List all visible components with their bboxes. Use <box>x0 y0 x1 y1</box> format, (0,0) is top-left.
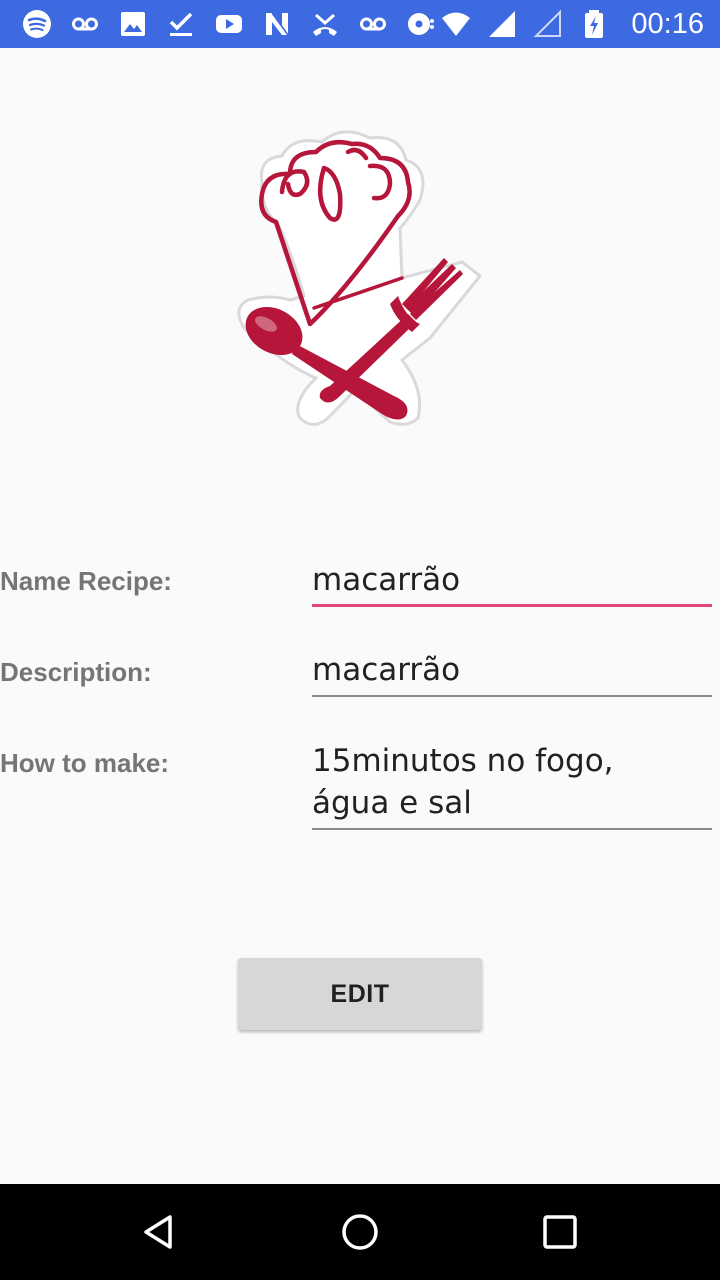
recents-icon[interactable] <box>532 1204 588 1260</box>
n-app-icon <box>260 7 294 41</box>
how-to-make-label: How to make: <box>0 748 170 778</box>
edit-button[interactable]: EDIT <box>238 958 482 1030</box>
description-input[interactable]: macarrão <box>312 649 710 691</box>
status-time: 00:16 <box>631 7 704 40</box>
home-icon[interactable] <box>332 1204 388 1260</box>
task-done-icon <box>164 7 198 41</box>
how-to-make-line-2: água e sal <box>312 785 472 821</box>
missed-call-icon <box>308 7 342 41</box>
description-label: Description: <box>0 657 152 687</box>
how-to-make-input[interactable]: 15minutos no fogo, água e sal <box>312 740 710 824</box>
voicemail-icon <box>356 7 390 41</box>
signal-icon <box>485 7 519 41</box>
navigation-bar <box>0 1184 720 1280</box>
spotify-icon <box>20 7 54 41</box>
name-recipe-underline <box>312 604 712 607</box>
status-bar: 00:16 <box>0 0 720 48</box>
youtube-icon <box>212 7 246 41</box>
battery-charging-icon <box>577 7 611 41</box>
voicemail-icon <box>68 7 102 41</box>
back-icon[interactable] <box>132 1204 188 1260</box>
notification-icons <box>0 7 438 41</box>
description-underline <box>312 695 712 697</box>
how-to-make-line-1: 15minutos no fogo, <box>312 743 614 779</box>
wifi-icon <box>439 7 473 41</box>
chef-hat-spoon-fork-logo <box>230 128 490 433</box>
system-icons: 00:16 <box>439 7 720 41</box>
disc-sync-icon <box>404 7 438 41</box>
name-recipe-label: Name Recipe: <box>0 566 172 596</box>
how-to-make-underline <box>312 828 712 830</box>
signal-empty-icon <box>531 7 565 41</box>
name-recipe-input[interactable]: macarrão <box>312 559 710 601</box>
image-icon <box>116 7 150 41</box>
